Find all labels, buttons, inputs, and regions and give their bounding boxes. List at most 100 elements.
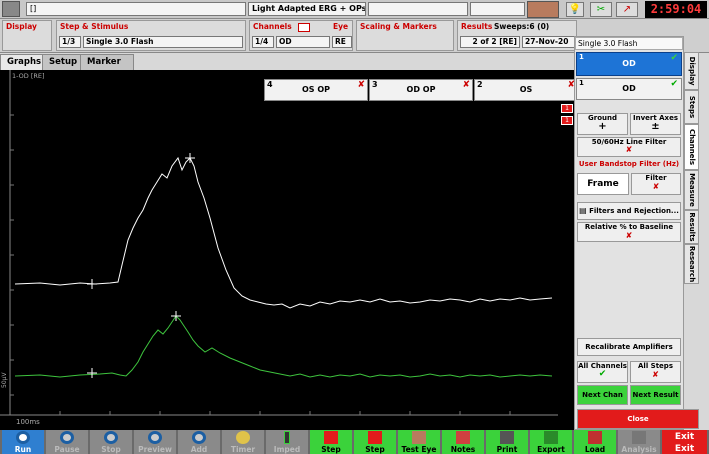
load-button[interactable]: Load: [574, 430, 616, 454]
vtab-display[interactable]: Display: [684, 52, 699, 90]
exit-label-top: Exit: [674, 432, 695, 442]
timer-button[interactable]: Timer: [222, 430, 264, 454]
filter-label: Filter: [645, 174, 667, 182]
all-channels-button[interactable]: All Channels ✔: [577, 361, 628, 383]
waveform-green: [14, 315, 553, 378]
scaling-panel[interactable]: Scaling & Markers: [356, 20, 454, 51]
preview-button[interactable]: Preview: [134, 430, 176, 454]
vtab-channels[interactable]: Channels: [684, 124, 699, 170]
timer-icon: [236, 431, 250, 444]
channel-item-name: OD: [622, 84, 636, 93]
channels-eye-code: OD: [276, 36, 330, 48]
frame-button[interactable]: Frame: [577, 173, 629, 195]
plus-minus-icon: ±: [651, 121, 660, 132]
run-button[interactable]: Run: [2, 430, 44, 454]
imped-button[interactable]: Imped: [266, 430, 308, 454]
display-panel[interactable]: Display: [2, 20, 52, 51]
sweeps-text: Sweeps:6 (0): [494, 22, 550, 31]
results-panel[interactable]: Results Sweeps:6 (0) 2 of 2 [RE] 27-Nov-…: [457, 20, 577, 51]
close-button[interactable]: Close: [577, 409, 699, 429]
plus-icon: +: [598, 121, 607, 132]
channels-picker-icon[interactable]: [298, 23, 310, 32]
user-avatar-icon[interactable]: [527, 1, 559, 18]
results-label: Results: [461, 22, 493, 31]
blank-field-2: [470, 2, 525, 16]
tooltip: Single 3.0 Flash: [575, 37, 683, 50]
step-value: 1/3: [59, 36, 81, 48]
analysis-button[interactable]: Analysis: [618, 430, 660, 454]
step-label: Step & Stimulus: [60, 22, 129, 31]
test-eye-button[interactable]: Test Eye: [398, 430, 440, 454]
top-bar: [] Light Adapted ERG + OPs.2 💡 ✂ ↗ 2:59:…: [0, 0, 709, 19]
channels-label: Channels: [253, 22, 292, 31]
display-label: Display: [6, 22, 37, 31]
eye-value: RE: [332, 36, 352, 48]
stop-icon: [104, 431, 118, 444]
channel-button-3[interactable]: 3 OD OP ✘: [369, 79, 473, 101]
channels-panel[interactable]: Channels Eye 1/4 OD RE: [249, 20, 353, 51]
step-back-icon: [324, 431, 338, 444]
tools-icon[interactable]: ✂: [590, 2, 612, 17]
step-panel[interactable]: Step & Stimulus 1/3 Single 3.0 Flash: [56, 20, 246, 51]
pause-button[interactable]: Pause: [46, 430, 88, 454]
exit-button[interactable]: Exit Exit: [662, 430, 707, 454]
lightbulb-icon[interactable]: 💡: [566, 2, 584, 17]
filters-icon: ▤: [579, 206, 587, 215]
channel-button-2[interactable]: 2 OS ✘: [474, 79, 578, 101]
channel-item-name: OD: [622, 59, 636, 68]
export-icon: [544, 431, 558, 444]
channel-button-4[interactable]: 4 OS OP ✘: [264, 79, 368, 101]
marker-indicator-1: 1: [561, 104, 573, 113]
tab-graphs[interactable]: Graphs: [0, 54, 49, 70]
chart-icon[interactable]: ↗: [616, 2, 638, 17]
print-button[interactable]: Print: [486, 430, 528, 454]
line-filter-button[interactable]: 50/60Hz Line Filter ✘: [577, 137, 681, 157]
check-icon: ✔: [670, 79, 678, 89]
result-date: 27-Nov-20: [522, 36, 576, 48]
channel-item-selected[interactable]: 1 OD ✔: [576, 52, 682, 76]
tab-marker-analysis[interactable]: Marker Analysis: [80, 54, 134, 82]
filters-rejection-button[interactable]: ▤ Filters and Rejection...: [577, 202, 681, 220]
all-steps-button[interactable]: All Steps ✘: [630, 361, 681, 383]
recalibrate-button[interactable]: Recalibrate Amplifiers: [577, 338, 681, 356]
filter-button[interactable]: Filter ✘: [631, 173, 681, 195]
waveform-plot[interactable]: [0, 70, 558, 430]
vtab-steps[interactable]: Steps: [684, 90, 699, 124]
remove-icon[interactable]: ✘: [357, 75, 365, 95]
imped-icon: [284, 431, 290, 444]
export-button[interactable]: Export: [530, 430, 572, 454]
x-icon: ✘: [625, 231, 633, 240]
check-icon: ✔: [598, 369, 607, 379]
channel-item[interactable]: 1 OD ✔: [576, 78, 682, 100]
add-button[interactable]: Add: [178, 430, 220, 454]
eye-label: Eye: [333, 22, 349, 31]
x-icon: ✘: [625, 145, 633, 154]
next-result-button[interactable]: Next Result: [630, 385, 681, 405]
result-value: 2 of 2 [RE]: [460, 36, 520, 48]
marker-indicator-2: 1: [561, 116, 573, 125]
vtab-results[interactable]: Results: [684, 210, 699, 244]
y-scale-label: 50µV: [1, 372, 8, 388]
invert-axes-button[interactable]: Invert Axes ±: [630, 113, 681, 135]
app-logo: [2, 1, 20, 17]
stop-button[interactable]: Stop: [90, 430, 132, 454]
tab-setup[interactable]: Setup: [42, 54, 85, 70]
channel-name: OS OP: [301, 85, 330, 94]
relative-baseline-button[interactable]: Relative % to Baseline ✘: [577, 222, 681, 242]
add-icon: [192, 431, 206, 444]
waveform-white: [14, 156, 553, 309]
channel-name: OS: [519, 85, 533, 94]
step-forward-button[interactable]: Step: [354, 430, 396, 454]
step-back-button[interactable]: Step: [310, 430, 352, 454]
relative-baseline-label: Relative % to Baseline: [584, 223, 674, 231]
blank-field-1: [368, 2, 468, 16]
next-chan-button[interactable]: Next Chan: [577, 385, 628, 405]
run-icon: [16, 431, 30, 444]
step-name: Single 3.0 Flash: [83, 36, 243, 48]
vtab-research[interactable]: Research: [684, 244, 699, 284]
remove-icon[interactable]: ✘: [462, 75, 470, 95]
ground-button[interactable]: Ground +: [577, 113, 628, 135]
notes-button[interactable]: Notes: [442, 430, 484, 454]
vtab-measure[interactable]: Measure: [684, 170, 699, 210]
waveform-graph[interactable]: 1-OD [RE] 50µV 100ms: [0, 70, 558, 430]
